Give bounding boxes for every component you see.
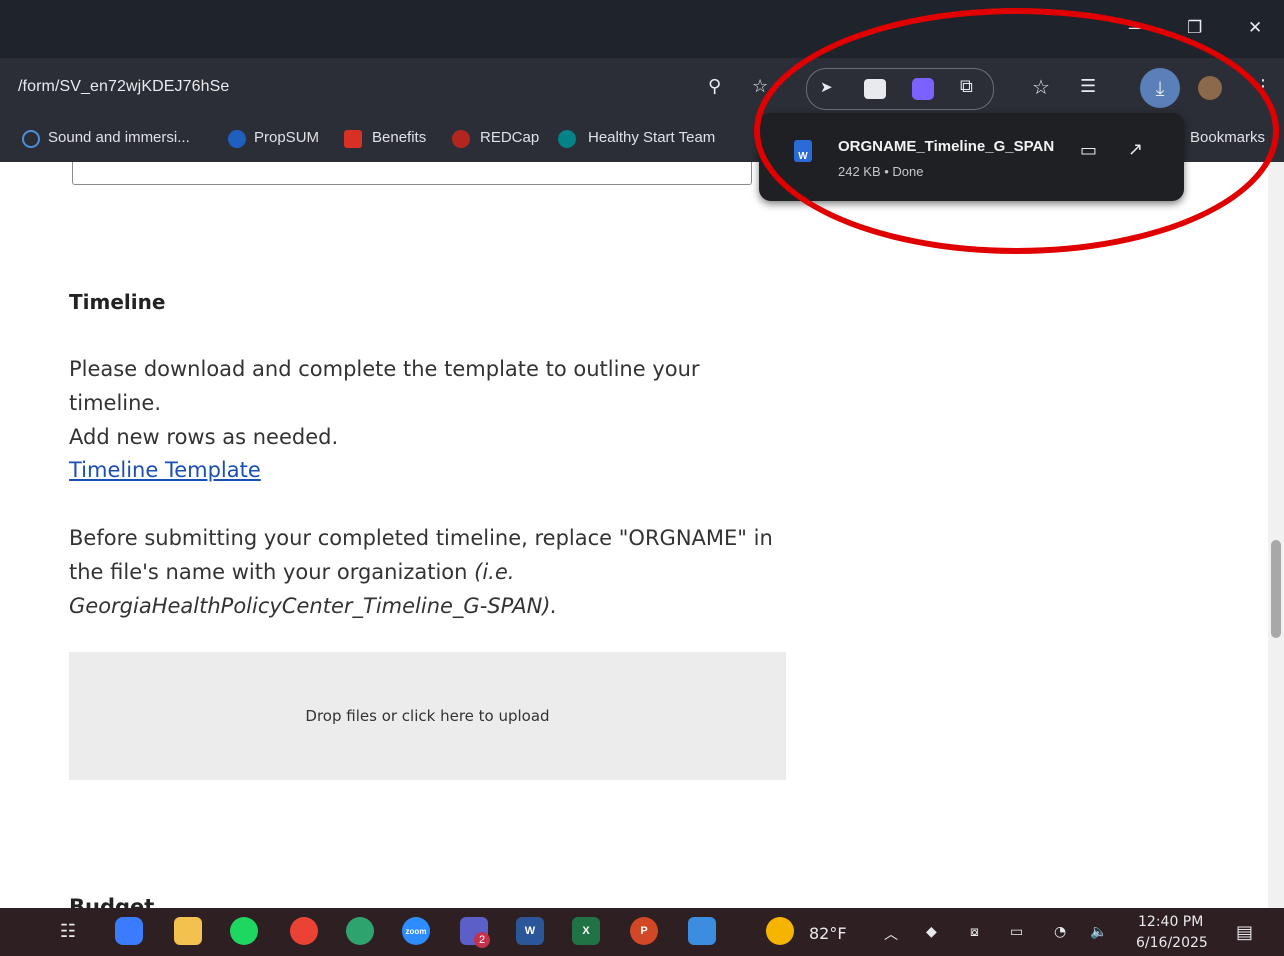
- weather-temp[interactable]: 82°F: [809, 924, 847, 943]
- note-line-2-text: the file's name with your organization: [69, 560, 475, 584]
- photos-icon[interactable]: [688, 917, 716, 945]
- word-file-icon: W: [794, 140, 812, 162]
- file-explorer-icon[interactable]: [174, 917, 202, 945]
- bookmark-item[interactable]: Benefits: [372, 129, 426, 146]
- reading-list-icon[interactable]: ☰: [1080, 78, 1096, 96]
- bookmark-icon-1: [22, 130, 40, 148]
- restore-button[interactable]: ❐: [1187, 18, 1202, 38]
- download-filename[interactable]: ORGNAME_Timeline_G_SPAN: [838, 138, 1064, 155]
- zoom-icon-taskbar[interactable]: zoom: [402, 917, 430, 945]
- browser-title-bar: [0, 0, 1284, 58]
- word-icon[interactable]: W: [516, 917, 544, 945]
- bookmark-item[interactable]: REDCap: [480, 129, 539, 146]
- weather-icon[interactable]: [766, 917, 794, 945]
- download-bubble: [759, 113, 1184, 201]
- submission-note: Before submitting your completed timelin…: [69, 521, 789, 623]
- note-line-3: GeorgiaHealthPolicyCenter_Timeline_G-SPA…: [69, 589, 789, 623]
- teams-badge: 2: [474, 932, 490, 948]
- favorites-icon[interactable]: ☆: [1032, 77, 1050, 97]
- minimize-button[interactable]: —: [1128, 18, 1145, 38]
- note-line-2: the file's name with your organization (…: [69, 555, 789, 589]
- pointer-extension-icon[interactable]: ➤: [820, 80, 833, 95]
- volume-icon[interactable]: 🔈: [1090, 924, 1107, 940]
- wifi-icon[interactable]: ◔: [1054, 924, 1066, 940]
- bookmark-icon-3: [344, 130, 362, 148]
- tray-app-icon[interactable]: ◆: [926, 924, 937, 940]
- bookmark-icon-2: [228, 130, 246, 148]
- note-line-1: Before submitting your completed timelin…: [69, 526, 773, 550]
- clock-time[interactable]: 12:40 PM: [1138, 914, 1203, 930]
- bookmark-icon-4: [452, 130, 470, 148]
- download-status: 242 KB • Done: [838, 164, 924, 179]
- instructions-text: Please download and complete the templat…: [69, 352, 789, 454]
- close-button[interactable]: ✕: [1248, 18, 1262, 38]
- timeline-template-link[interactable]: Timeline Template: [69, 458, 261, 482]
- chrome-icon[interactable]: [290, 917, 318, 945]
- edge-icon[interactable]: [346, 917, 374, 945]
- task-view-icon[interactable]: ☷: [54, 917, 82, 945]
- tray-meet-icon[interactable]: ⧇: [970, 924, 979, 940]
- clock-date[interactable]: 6/16/2025: [1136, 935, 1208, 951]
- download-icon[interactable]: ⤓: [1140, 68, 1180, 108]
- powerpoint-icon[interactable]: P: [630, 917, 658, 945]
- profile-avatar[interactable]: [1198, 76, 1222, 100]
- star-icon[interactable]: ☆: [752, 78, 768, 96]
- puzzle-extension-icon[interactable]: ⧉: [960, 78, 973, 96]
- open-file-icon[interactable]: ↗: [1128, 141, 1143, 159]
- instructions-line-2: Add new rows as needed.: [69, 425, 339, 449]
- address-bar-url[interactable]: /form/SV_en72wjKDEJ76hSe: [18, 78, 229, 96]
- shield-extension-icon[interactable]: [912, 78, 934, 100]
- bookmark-item[interactable]: Healthy Start Team: [588, 129, 715, 146]
- bookmark-item[interactable]: PropSUM: [254, 129, 319, 146]
- textarea-field[interactable]: [72, 162, 752, 185]
- notifications-icon[interactable]: ▤: [1236, 922, 1253, 943]
- section-heading: Timeline: [69, 290, 166, 314]
- scrollbar-thumb[interactable]: [1271, 540, 1281, 638]
- zoom-icon[interactable]: ⚲: [708, 78, 721, 96]
- excel-icon[interactable]: X: [572, 917, 600, 945]
- file-upload-dropzone[interactable]: Drop files or click here to upload: [69, 652, 786, 780]
- menu-icon[interactable]: ⋮: [1254, 78, 1272, 96]
- glasses-extension-icon[interactable]: [864, 79, 886, 99]
- copilot-icon[interactable]: [115, 917, 143, 945]
- all-bookmarks-link[interactable]: Bookmarks: [1190, 129, 1265, 146]
- note-example-filename: GeorgiaHealthPolicyCenter_Timeline_G-SPA…: [69, 594, 558, 618]
- note-example-start: (i.e.: [474, 560, 515, 584]
- battery-icon[interactable]: ▭: [1010, 924, 1023, 940]
- bookmark-item[interactable]: Sound and immersi...: [48, 129, 190, 146]
- show-in-folder-icon[interactable]: ▭: [1080, 142, 1097, 160]
- spotify-icon[interactable]: [230, 917, 258, 945]
- bookmark-icon-5: [558, 130, 576, 148]
- scrollbar[interactable]: [1268, 162, 1284, 908]
- instructions-line-1: Please download and complete the templat…: [69, 357, 700, 415]
- tray-overflow-icon[interactable]: ︿: [884, 924, 898, 944]
